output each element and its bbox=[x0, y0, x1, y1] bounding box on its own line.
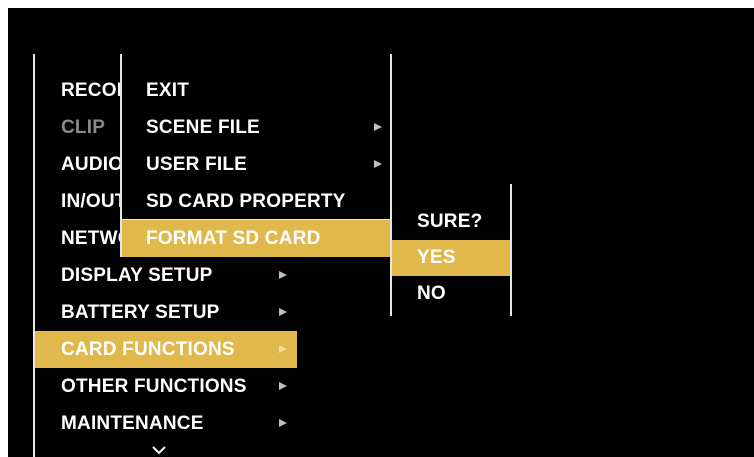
confirm-option-yes[interactable]: YES bbox=[392, 240, 510, 276]
submenu-arrow-icon bbox=[279, 308, 287, 316]
submenu-item-label: USER FILE bbox=[146, 153, 248, 175]
submenu-item-label: FORMAT SD CARD bbox=[146, 227, 321, 249]
submenu-arrow-icon bbox=[279, 419, 287, 427]
submenu-item-scene-file[interactable]: SCENE FILE bbox=[122, 109, 390, 146]
submenu-arrow-icon bbox=[374, 160, 382, 168]
confirm-title: SURE? bbox=[392, 204, 510, 240]
screen-frame: RECORDING SETUP CLIP AUDIO IN/OUT NETWOR… bbox=[0, 0, 754, 457]
submenu-arrow-icon bbox=[279, 345, 287, 353]
main-menu-item-display-setup[interactable]: DISPLAY SETUP bbox=[35, 257, 297, 294]
confirm-option-no[interactable]: NO bbox=[392, 276, 510, 312]
card-functions-submenu: EXIT SCENE FILE USER FILE SD CARD PROPER… bbox=[120, 54, 392, 257]
main-menu-item-label: BATTERY SETUP bbox=[61, 301, 220, 323]
main-menu-item-label: DISPLAY SETUP bbox=[61, 264, 213, 286]
submenu-item-user-file[interactable]: USER FILE bbox=[122, 146, 390, 183]
confirm-right-border bbox=[510, 184, 512, 316]
main-menu-item-battery-setup[interactable]: BATTERY SETUP bbox=[35, 294, 297, 331]
main-menu-item-maintenance[interactable]: MAINTENANCE bbox=[35, 405, 297, 442]
camera-menu-display: RECORDING SETUP CLIP AUDIO IN/OUT NETWOR… bbox=[8, 8, 754, 457]
confirm-title-label: SURE? bbox=[417, 211, 483, 232]
main-menu-item-label: AUDIO bbox=[61, 153, 124, 175]
submenu-arrow-icon bbox=[374, 123, 382, 131]
format-confirm-menu: SURE? YES NO bbox=[390, 184, 514, 318]
submenu-item-exit[interactable]: EXIT bbox=[122, 72, 390, 109]
submenu-arrow-icon bbox=[279, 271, 287, 279]
confirm-option-label: YES bbox=[417, 247, 456, 268]
confirm-option-label: NO bbox=[417, 283, 446, 304]
chevron-down-icon[interactable] bbox=[152, 446, 166, 455]
submenu-item-format-sd-card[interactable]: FORMAT SD CARD bbox=[122, 220, 390, 257]
submenu-item-label: SD CARD PROPERTY bbox=[146, 190, 346, 212]
main-menu-item-label: IN/OUT bbox=[61, 190, 127, 212]
submenu-item-label: SCENE FILE bbox=[146, 116, 260, 138]
submenu-left-border-lower bbox=[120, 220, 122, 257]
main-menu-item-other-functions[interactable]: OTHER FUNCTIONS bbox=[35, 368, 297, 405]
submenu-item-label: EXIT bbox=[146, 79, 190, 101]
main-menu-item-card-functions[interactable]: CARD FUNCTIONS bbox=[35, 331, 297, 368]
submenu-item-sd-card-property[interactable]: SD CARD PROPERTY bbox=[122, 183, 390, 220]
main-menu-item-label: CARD FUNCTIONS bbox=[61, 338, 235, 360]
submenu-arrow-icon bbox=[279, 382, 287, 390]
main-menu-item-label: OTHER FUNCTIONS bbox=[61, 375, 247, 397]
main-menu-item-label: MAINTENANCE bbox=[61, 412, 204, 434]
main-menu-item-label: CLIP bbox=[61, 116, 106, 138]
